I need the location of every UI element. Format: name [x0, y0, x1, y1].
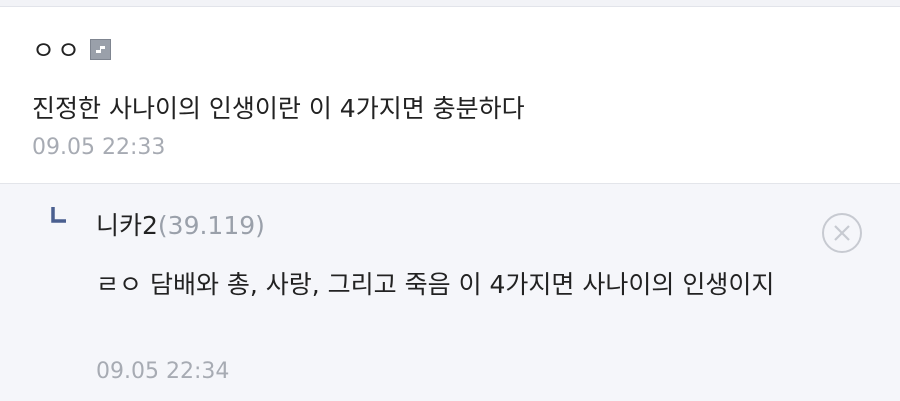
reply-ip: (39.119)	[157, 211, 265, 240]
top-divider	[0, 0, 900, 7]
reply-nickname[interactable]: 니카2	[96, 211, 158, 240]
close-circle-icon	[834, 225, 850, 241]
reply-text: ㄹㅇ 담배와 총, 사랑, 그리고 죽음 이 4가지면 사나이의 인생이지	[96, 270, 775, 299]
comment-nickname[interactable]: ㅇㅇ	[32, 31, 82, 67]
reply-date: 09.05 22:34	[96, 359, 230, 384]
reply: 니카2(39.119) ㄹㅇ 담배와 총, 사랑, 그리고 죽음 이 4가지면 …	[0, 184, 900, 401]
fixed-nick-icon	[90, 38, 112, 60]
reply-arrow-icon	[50, 206, 68, 224]
comment: ㅇㅇ 진정한 사나이의 인생이란 이 4가지면 충분하다 09.05 22:33	[0, 7, 900, 184]
comment-author[interactable]: ㅇㅇ	[32, 31, 112, 67]
reply-author[interactable]: 니카2(39.119)	[96, 206, 265, 242]
comment-date: 09.05 22:33	[32, 135, 166, 160]
delete-reply-button[interactable]	[822, 213, 862, 253]
comment-text: 진정한 사나이의 인생이란 이 4가지면 충분하다	[32, 94, 525, 123]
